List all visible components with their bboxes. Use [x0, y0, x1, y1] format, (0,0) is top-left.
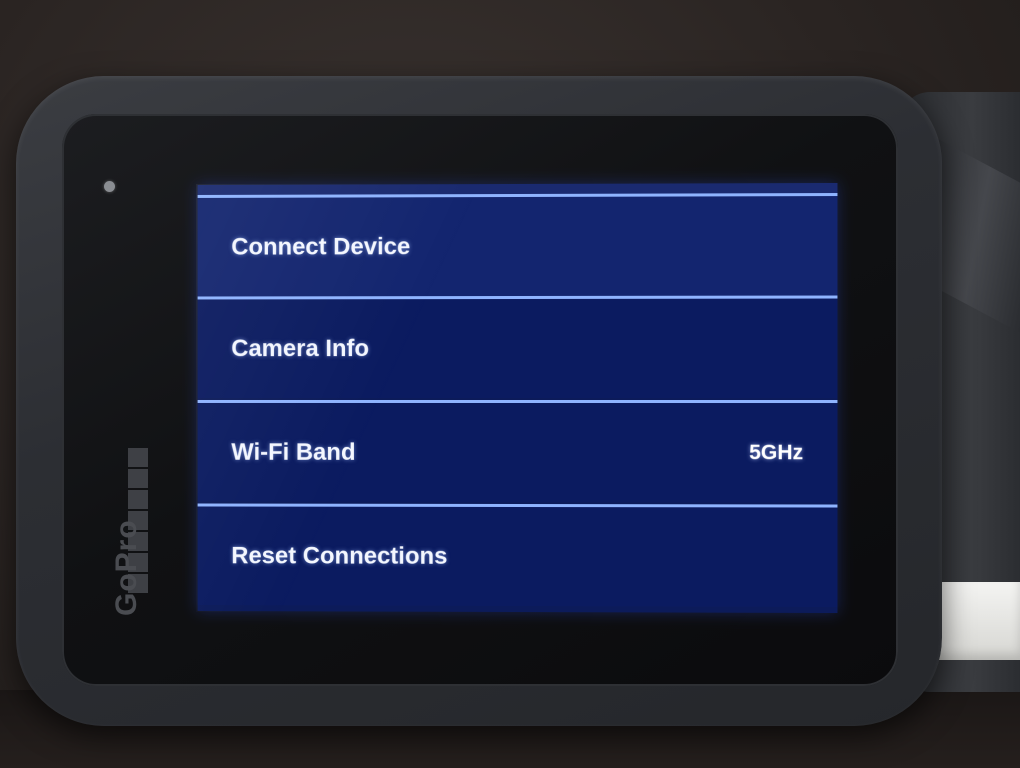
menu-item-label: Wi-Fi Band — [231, 438, 356, 466]
menu-item-label: Camera Info — [231, 334, 370, 362]
logo-text: GoPro — [110, 519, 143, 616]
menu-item-camera-info[interactable]: Camera Info — [197, 295, 838, 398]
camera-lcd-screen: Connect Device Camera Info Wi-Fi Band 5G… — [197, 182, 838, 614]
wifi-band-value: 5GHz — [749, 440, 804, 464]
usb-cable — [930, 582, 1020, 660]
menu-item-reset-connections[interactable]: Reset Connections — [197, 503, 838, 608]
front-sensor-dot — [104, 181, 115, 192]
menu-item-label: Connect Device — [231, 232, 411, 261]
menu-item-label: Reset Connections — [231, 541, 448, 570]
menu-item-connect-device[interactable]: Connect Device — [197, 193, 838, 297]
menu-item-wifi-band[interactable]: Wi-Fi Band 5GHz — [197, 399, 838, 503]
gopro-logo: GoPro — [94, 446, 156, 618]
